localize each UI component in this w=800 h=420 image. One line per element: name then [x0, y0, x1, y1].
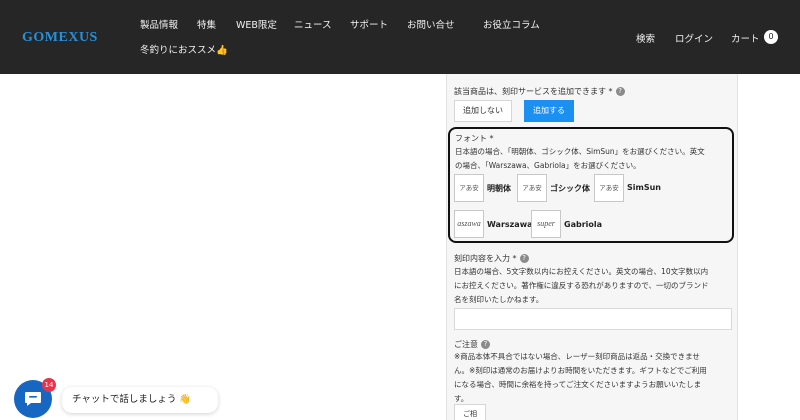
consult-button[interactable]: ご相 — [454, 404, 486, 420]
content-desc-line2: にお控えください。著作権に違反する恐れがありますので、一切のブランド — [454, 281, 709, 290]
notice-label: ご注意? — [454, 339, 490, 350]
engraving-question-text: 該当商品は、刻印サービスを追加できます * — [454, 87, 613, 96]
font-name-mincho: 明朝体 — [487, 184, 511, 193]
font-label: フォント * — [455, 134, 494, 143]
notice-line3: になる場合、時間に余裕を持ってご注文くださいますようお願いいたしま — [454, 380, 702, 389]
content-label-text: 刻印内容を入力 * — [454, 254, 517, 263]
font-swatch-simsun[interactable]: アあ安 — [594, 174, 624, 202]
notice-line2: ん。※刻印は通常のお届けよりお時間をいただきます。ギフトなどでご利用 — [454, 366, 707, 375]
font-desc-line1: 日本語の場合、「明朝体、ゴシック体、SimSun」をお選びください。英文 — [455, 147, 705, 156]
no-engraving-button[interactable]: 追加しない — [454, 100, 512, 122]
question-icon[interactable]: ? — [481, 340, 490, 349]
cart-count-badge: 0 — [764, 30, 778, 44]
font-name-gothic: ゴシック体 — [550, 184, 590, 193]
font-name-simsun: SimSun — [627, 183, 661, 192]
chat-unread-badge: 14 — [42, 378, 56, 392]
engraving-question: 該当商品は、刻印サービスを追加できます *? — [454, 86, 625, 97]
notice-line1: ※商品本体不具合ではない場合、レーザー刻印商品は返品・交換できませ — [454, 352, 700, 361]
engraving-text-input[interactable] — [454, 308, 732, 330]
font-name-gabriola: Gabriola — [564, 220, 603, 229]
nav-support[interactable]: サポート — [350, 17, 388, 31]
font-name-warszawa: Warszawa — [487, 220, 533, 229]
nav-products[interactable]: 製品情報 — [140, 17, 178, 31]
font-swatch-gabriola[interactable]: super — [531, 210, 561, 238]
font-swatch-mincho[interactable]: アあ安 — [454, 174, 484, 202]
content-desc-line3: 名を刻印いたしかねます。 — [454, 295, 544, 304]
question-icon[interactable]: ? — [615, 87, 625, 96]
font-swatch-gothic[interactable]: アあ安 — [517, 174, 547, 202]
nav-winter-fishing[interactable]: 冬釣りにおススメ👍 — [140, 42, 228, 56]
site-header: GOMEXUS 製品情報 特集 WEB限定 ニュース サポート お問い合せ お役… — [0, 0, 800, 74]
content-desc-line1: 日本語の場合、5文字数以内にお控えください。英文の場合、10文字数以内 — [454, 267, 709, 276]
notice-label-text: ご注意 — [454, 340, 478, 349]
content-label: 刻印内容を入力 *? — [454, 253, 529, 264]
search-link[interactable]: 検索 — [636, 31, 655, 45]
nav-news[interactable]: ニュース — [294, 17, 332, 31]
add-engraving-button[interactable]: 追加する — [524, 100, 574, 122]
nav-contact[interactable]: お問い合せ — [407, 17, 455, 31]
site-logo[interactable]: GOMEXUS — [22, 30, 98, 46]
question-icon[interactable]: ? — [519, 254, 529, 263]
font-desc-line2: の場合、「Warszawa、Gabriola」をお選びください。 — [455, 161, 641, 170]
font-swatch-warszawa[interactable]: aszawa — [454, 210, 484, 238]
cart-link[interactable]: カート — [731, 31, 760, 45]
chat-greeting-bubble[interactable]: チャットで話しましょう 👋 — [62, 387, 218, 413]
nav-web-limited[interactable]: WEB限定 — [236, 17, 277, 31]
nav-column[interactable]: お役立コラム — [483, 17, 540, 31]
nav-features[interactable]: 特集 — [197, 17, 216, 31]
login-link[interactable]: ログイン — [675, 31, 713, 45]
chat-icon — [25, 392, 41, 406]
